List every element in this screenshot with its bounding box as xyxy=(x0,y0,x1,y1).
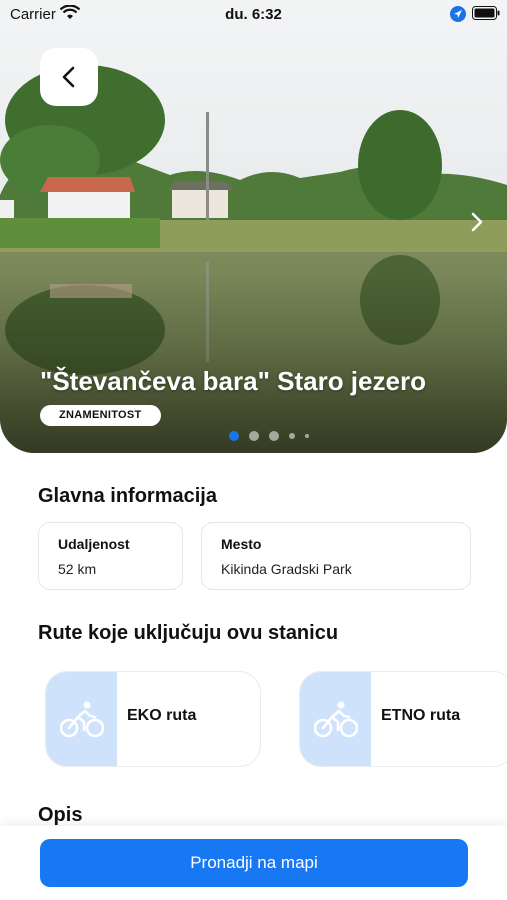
carousel-dot[interactable] xyxy=(229,431,239,441)
category-badge: ZNAMENITOST xyxy=(40,405,161,426)
route-icon-container xyxy=(46,672,117,766)
carousel-dot[interactable] xyxy=(249,431,259,441)
location-icon xyxy=(450,6,466,22)
distance-card: Udaljenost 52 km xyxy=(38,522,183,590)
route-icon-container xyxy=(300,672,371,766)
place-card: Mesto Kikinda Gradski Park xyxy=(201,522,471,590)
carousel-indicator[interactable] xyxy=(229,431,309,441)
place-title: "Števančeva bara" Staro jezero xyxy=(40,366,426,396)
route-card-eko[interactable]: EKO ruta xyxy=(45,671,261,767)
status-bar: Carrier du. 6:32 xyxy=(0,0,507,30)
place-label: Mesto xyxy=(221,536,262,552)
place-value: Kikinda Gradski Park xyxy=(221,561,352,577)
carousel-dot[interactable] xyxy=(289,433,295,439)
chevron-left-icon xyxy=(62,66,75,88)
bicycle-icon xyxy=(59,701,104,738)
next-image-button[interactable] xyxy=(471,212,483,237)
clock: du. 6:32 xyxy=(225,6,282,23)
chevron-right-icon xyxy=(471,212,483,232)
routes-heading: Rute koje uključuju ovu stanicu xyxy=(38,622,339,644)
route-label: ETNO ruta xyxy=(381,707,461,724)
battery-icon xyxy=(472,6,500,20)
carousel-dot[interactable] xyxy=(305,434,309,438)
description-heading: Opis xyxy=(38,804,83,826)
bicycle-icon xyxy=(313,701,358,738)
main-info-heading: Glavna informacija xyxy=(38,485,217,507)
route-card-etno[interactable]: ETNO ruta xyxy=(299,671,507,767)
carousel-dot[interactable] xyxy=(269,431,279,441)
back-button[interactable] xyxy=(40,48,98,106)
bottom-action-bar: Pronadji na mapi xyxy=(0,826,507,900)
find-on-map-button[interactable]: Pronadji na mapi xyxy=(40,839,468,887)
distance-value: 52 km xyxy=(58,561,97,577)
route-label: EKO ruta xyxy=(127,707,197,724)
distance-label: Udaljenost xyxy=(58,536,130,552)
